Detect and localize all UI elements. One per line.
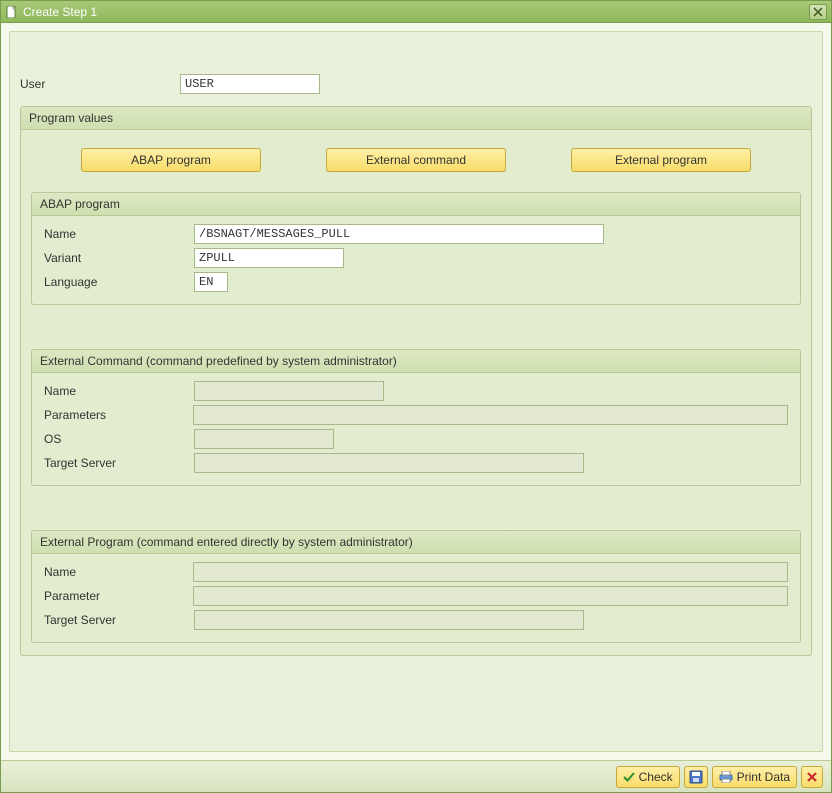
extcmd-name-label: Name [44, 384, 194, 398]
extcmd-target-label: Target Server [44, 456, 194, 470]
content-area: User Program values ABAP program Externa… [1, 23, 831, 760]
check-icon [623, 771, 635, 783]
save-button[interactable] [684, 766, 708, 788]
extprog-target-input[interactable] [194, 610, 584, 630]
document-icon [5, 5, 19, 19]
cancel-icon [806, 771, 818, 783]
external-program-header: External Program (command entered direct… [32, 531, 800, 554]
titlebar: Create Step 1 [1, 1, 831, 23]
abap-name-label: Name [44, 227, 194, 241]
extcmd-os-label: OS [44, 432, 194, 446]
user-label: User [20, 77, 180, 91]
extcmd-params-label: Parameters [44, 408, 193, 422]
user-input[interactable] [180, 74, 320, 94]
print-data-label: Print Data [737, 770, 790, 784]
abap-name-input[interactable] [194, 224, 604, 244]
print-icon [719, 771, 733, 783]
abap-program-header: ABAP program [32, 193, 800, 216]
abap-language-label: Language [44, 275, 194, 289]
print-data-button[interactable]: Print Data [712, 766, 797, 788]
extprog-name-input[interactable] [193, 562, 788, 582]
abap-program-group: ABAP program Name Variant Language [31, 192, 801, 305]
close-icon [813, 7, 823, 17]
extcmd-os-input[interactable] [194, 429, 334, 449]
cancel-button[interactable] [801, 766, 823, 788]
check-button[interactable]: Check [616, 766, 680, 788]
abap-variant-input[interactable] [194, 248, 344, 268]
window-title: Create Step 1 [23, 5, 809, 19]
external-program-group: External Program (command entered direct… [31, 530, 801, 643]
abap-program-button[interactable]: ABAP program [81, 148, 261, 172]
extprog-target-label: Target Server [44, 613, 194, 627]
check-button-label: Check [639, 770, 673, 784]
extcmd-params-input[interactable] [193, 405, 788, 425]
abap-language-input[interactable] [194, 272, 228, 292]
extcmd-name-input[interactable] [194, 381, 384, 401]
external-command-header: External Command (command predefined by … [32, 350, 800, 373]
extprog-param-input[interactable] [193, 586, 788, 606]
external-command-button[interactable]: External command [326, 148, 506, 172]
close-button[interactable] [809, 4, 827, 20]
footer-bar: Check Print Data [1, 760, 831, 792]
program-type-buttons: ABAP program External command External p… [31, 142, 801, 178]
extcmd-target-input[interactable] [194, 453, 584, 473]
extprog-name-label: Name [44, 565, 193, 579]
user-row: User [20, 74, 812, 94]
program-values-header: Program values [20, 106, 812, 130]
abap-variant-label: Variant [44, 251, 194, 265]
extprog-param-label: Parameter [44, 589, 193, 603]
external-command-group: External Command (command predefined by … [31, 349, 801, 486]
program-values-body: ABAP program External command External p… [20, 130, 812, 656]
inner-content: User Program values ABAP program Externa… [9, 31, 823, 752]
external-program-button[interactable]: External program [571, 148, 751, 172]
dialog-window: Create Step 1 User Program values ABAP p… [0, 0, 832, 793]
save-icon [689, 770, 703, 784]
